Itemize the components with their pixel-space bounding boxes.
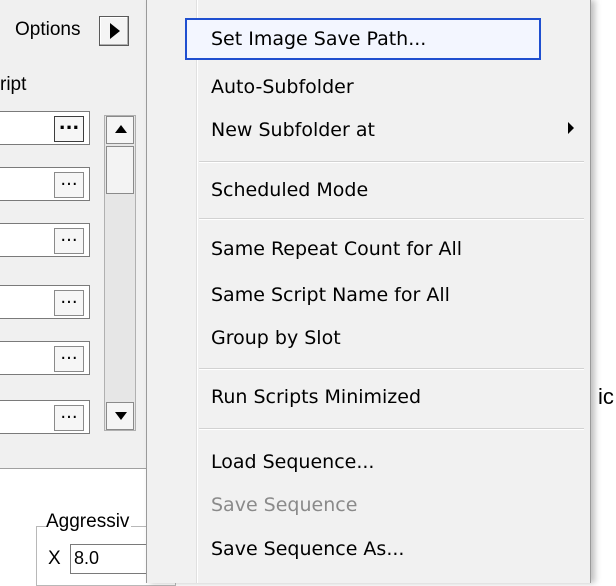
browse-button[interactable]: ... <box>54 227 84 254</box>
script-column-header: ript <box>0 74 27 95</box>
play-arrow-icon <box>110 23 120 39</box>
menu-item-run-scripts-minimized[interactable]: Run Scripts Minimized <box>211 386 421 408</box>
browse-button[interactable]: ... <box>54 289 84 316</box>
menu-separator <box>199 428 584 430</box>
menu-item-load-sequence[interactable]: Load Sequence... <box>211 451 374 473</box>
script-slot-field[interactable]: ... <box>0 400 90 434</box>
script-slot-field[interactable]: ... <box>0 223 90 257</box>
script-slot-field[interactable]: ... <box>0 167 90 201</box>
arrow-up-icon <box>115 125 127 133</box>
menu-separator <box>199 368 584 370</box>
menu-item-scheduled-mode[interactable]: Scheduled Mode <box>211 179 368 201</box>
menu-gutter <box>196 0 198 583</box>
x-value-input[interactable]: 8.0 <box>70 544 150 574</box>
menu-item-save-sequence-as[interactable]: Save Sequence As... <box>211 538 404 560</box>
script-slot-field[interactable]: ... <box>0 285 90 319</box>
menu-item-save-sequence: Save Sequence <box>211 494 358 516</box>
options-label: Options <box>15 19 81 40</box>
scroll-thumb[interactable] <box>106 146 134 194</box>
menu-item-group-by-slot[interactable]: Group by Slot <box>211 327 341 349</box>
browse-button[interactable]: ... <box>54 404 84 431</box>
menu-separator <box>199 161 584 163</box>
submenu-arrow-icon <box>568 122 574 134</box>
aggressive-group-label: Aggressiv <box>46 511 132 533</box>
options-context-menu: Set Image Save Path... Auto-Subfolder Ne… <box>146 0 591 583</box>
browse-button[interactable]: ... <box>54 171 84 198</box>
menu-item-new-subfolder-at[interactable]: New Subfolder at <box>211 119 375 141</box>
menu-item-set-image-save-path[interactable]: Set Image Save Path... <box>211 28 426 50</box>
menu-item-same-repeat-count[interactable]: Same Repeat Count for All <box>211 238 462 260</box>
menu-separator <box>199 218 584 220</box>
options-menu-button[interactable] <box>99 16 129 46</box>
scroll-up-button[interactable] <box>106 116 134 144</box>
script-slot-field[interactable]: ... <box>0 341 90 375</box>
arrow-down-icon <box>115 412 127 420</box>
browse-button[interactable]: ... <box>54 115 84 142</box>
menu-item-auto-subfolder[interactable]: Auto-Subfolder <box>211 76 354 98</box>
browse-button[interactable]: ... <box>54 345 84 372</box>
x-label: X <box>48 548 61 569</box>
scroll-down-button[interactable] <box>106 402 134 430</box>
menu-item-same-script-name[interactable]: Same Script Name for All <box>211 284 450 306</box>
slots-scrollbar[interactable] <box>104 115 136 431</box>
partial-label: ic <box>598 384 614 409</box>
script-slot-field[interactable]: ... <box>0 111 90 145</box>
